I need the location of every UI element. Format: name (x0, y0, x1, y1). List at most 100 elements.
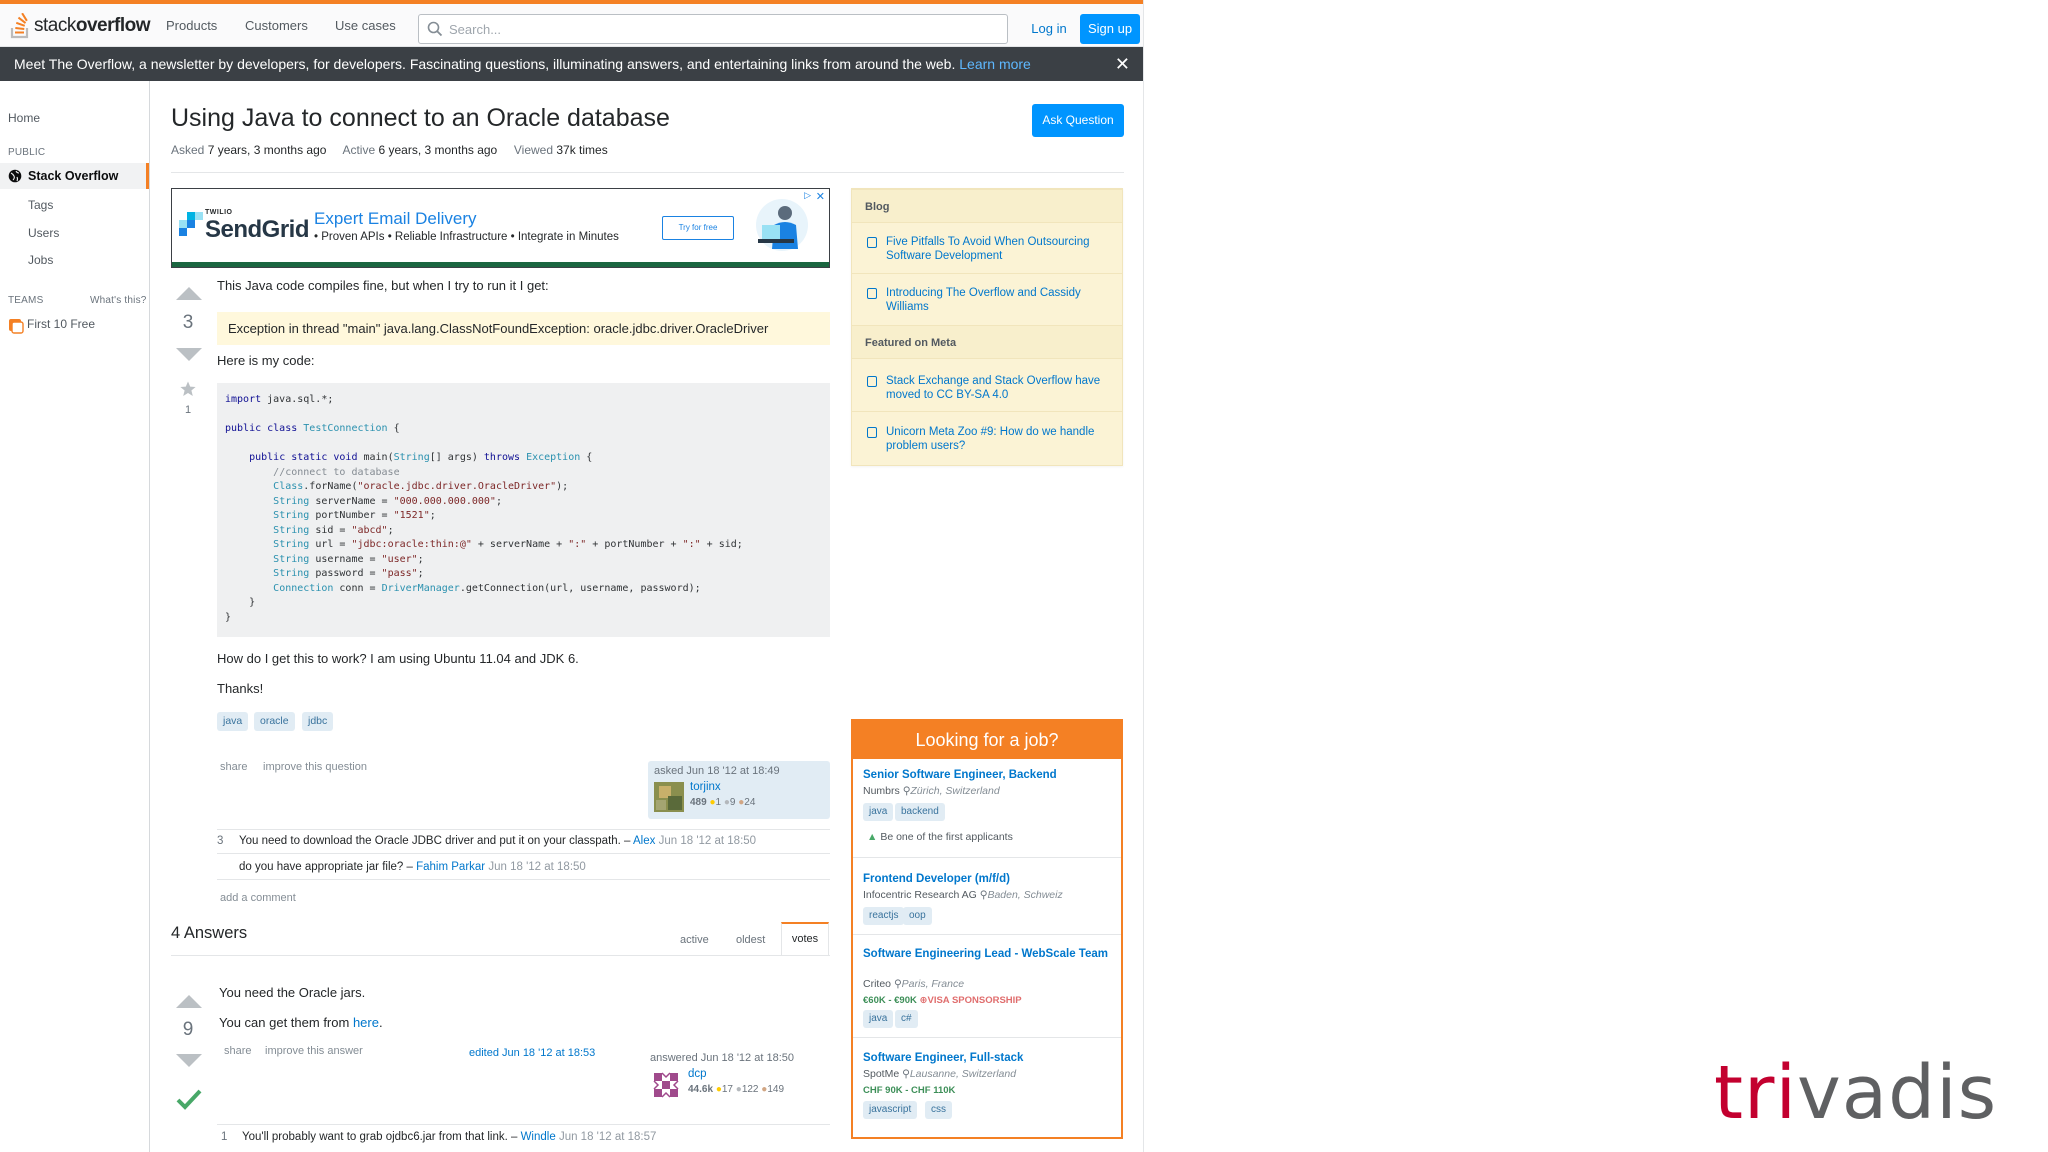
job-company: Infocentric Research AG ⚲Baden, Schweiz (863, 889, 1063, 901)
close-icon[interactable]: ✕ (816, 190, 825, 203)
job-tag[interactable]: java (863, 803, 894, 821)
search-input[interactable] (449, 19, 989, 39)
comment-user[interactable]: Windle (521, 1131, 556, 1143)
favorite-count: 1 (184, 404, 192, 416)
ask-question-button[interactable]: Ask Question (1032, 104, 1124, 137)
comment-user[interactable]: Alex (633, 835, 655, 847)
answer-line-2-suffix: . (378, 1015, 383, 1030)
stackoverflow-page: stackoverflow Products Customers Use cas… (0, 0, 1144, 1152)
close-icon[interactable]: ✕ (1115, 47, 1130, 81)
add-comment-link[interactable]: add a comment (220, 892, 296, 904)
job-tag[interactable]: oop (903, 907, 932, 925)
site-logo[interactable]: stackoverflow (10, 12, 150, 40)
comment-text: do you have appropriate jar file? – (239, 861, 413, 873)
sidebar-item-tags[interactable]: Tags (28, 198, 53, 212)
tab-sort-votes[interactable]: votes (781, 922, 829, 955)
job-title[interactable]: Software Engineer, Full-stack (863, 1051, 1113, 1065)
blog-widget: Blog Five Pitfalls To Avoid When Outsour… (851, 188, 1123, 466)
ad-choices-icon[interactable]: ▷ (804, 190, 811, 201)
asked-date: asked Jun 18 '12 at 18:49 (654, 765, 780, 777)
sidebar-item-stack-overflow[interactable]: Stack Overflow (0, 163, 149, 189)
code-content: import java.sql.*; public class TestConn… (225, 394, 743, 623)
asker-username[interactable]: torjinx (690, 781, 721, 793)
answerer-username[interactable]: dcp (688, 1068, 707, 1080)
tab-sort-oldest[interactable]: oldest (736, 934, 765, 946)
answer-here-link[interactable]: here (353, 1015, 379, 1030)
job-tag[interactable]: javascript (863, 1101, 918, 1119)
page-title[interactable]: Using Java to connect to an Oracle datab… (171, 104, 670, 133)
tag-java[interactable]: java (217, 712, 249, 731)
sendgrid-ad[interactable]: TWILIO SendGrid Expert Email Delivery • … (171, 188, 830, 268)
company-name: Infocentric Research AG (863, 889, 977, 901)
upvote-icon[interactable] (175, 993, 203, 1009)
comment-date: Jun 18 '12 at 18:57 (558, 1131, 657, 1143)
ad-try-button[interactable]: Try for free (662, 216, 734, 240)
job-location: Baden, Schweiz (987, 889, 1063, 901)
job-company: Numbrs ⚲Zürich, Switzerland (863, 785, 1000, 797)
code-intro: Here is my code: (217, 353, 315, 368)
salary-range: €60K - €90K (863, 995, 917, 1006)
meta-heading: Featured on Meta (852, 325, 1122, 359)
banner-learn-more-link[interactable]: Learn more (959, 56, 1031, 72)
nav-customers[interactable]: Customers (245, 18, 308, 33)
jobs-heading: Looking for a job? (853, 721, 1121, 759)
search-box[interactable] (418, 14, 1008, 44)
job-tag[interactable]: c# (895, 1010, 918, 1028)
sidebar-item-users[interactable]: Users (28, 226, 59, 240)
answers-count-title: 4 Answers (171, 924, 248, 942)
job-tag[interactable]: java (863, 1010, 894, 1028)
newsletter-banner: Meet The Overflow, a newsletter by devel… (0, 47, 1143, 81)
edited-link[interactable]: edited Jun 18 '12 at 18:53 (469, 1047, 595, 1059)
job-tag[interactable]: css (925, 1101, 952, 1119)
company-name: Numbrs (863, 785, 900, 797)
meta-item[interactable]: Unicorn Meta Zoo #9: How do we handle pr… (886, 425, 1114, 453)
star-icon[interactable] (180, 381, 196, 397)
avatar[interactable] (650, 1069, 682, 1101)
comment-score: 1 (221, 1131, 228, 1143)
ad-bottom-bar (172, 262, 829, 267)
whats-this-link[interactable]: What's this? (90, 295, 147, 306)
comment-user[interactable]: Fahim Parkar (416, 861, 485, 873)
blog-item[interactable]: Introducing The Overflow and Cassidy Wil… (886, 286, 1114, 314)
share-question-link[interactable]: share (220, 761, 248, 773)
comment-text: You need to download the Oracle JDBC dri… (239, 835, 631, 847)
divider (852, 411, 1122, 412)
comment-text: You'll probably want to grab ojdbc6.jar … (242, 1131, 518, 1143)
sidebar-item-first-free[interactable]: First 10 Free (27, 317, 95, 331)
improve-answer-link[interactable]: improve this answer (265, 1045, 363, 1057)
active-value[interactable]: 6 years, 3 months ago (378, 143, 497, 157)
improve-question-link[interactable]: improve this question (263, 761, 367, 773)
meta-item[interactable]: Stack Exchange and Stack Overflow have m… (886, 374, 1114, 402)
ad-headline: Expert Email Delivery (314, 209, 477, 228)
tag-jdbc[interactable]: jdbc (302, 712, 334, 731)
blog-post-icon (867, 237, 877, 248)
job-tag[interactable]: backend (895, 803, 945, 821)
avatar[interactable] (654, 782, 684, 812)
job-title[interactable]: Software Engineering Lead - WebScale Tea… (863, 947, 1113, 961)
asked-label: Asked (171, 143, 205, 157)
reputation-score: 489 (690, 797, 707, 808)
comment-date: Jun 18 '12 at 18:50 (488, 861, 586, 873)
sidebar-item-jobs[interactable]: Jobs (28, 253, 53, 267)
answer-vote-count: 9 (182, 1019, 194, 1040)
sidebar-item-home[interactable]: Home (8, 111, 40, 125)
downvote-icon[interactable] (175, 1053, 203, 1069)
upvote-icon[interactable] (175, 285, 203, 301)
job-title[interactable]: Senior Software Engineer, Backend (863, 768, 1113, 782)
blog-item[interactable]: Five Pitfalls To Avoid When Outsourcing … (886, 235, 1114, 263)
signup-button[interactable]: Sign up (1080, 14, 1140, 44)
nav-products[interactable]: Products (166, 18, 217, 33)
search-icon (427, 21, 443, 37)
share-answer-link[interactable]: share (224, 1045, 252, 1057)
ad-brand-top: TWILIO (205, 209, 233, 216)
job-title[interactable]: Frontend Developer (m/f/d) (863, 872, 1113, 886)
login-button[interactable]: Log in (1024, 14, 1074, 44)
logo-suffix: overflow (75, 15, 151, 36)
job-tag[interactable]: reactjs (863, 907, 905, 925)
top-bar: stackoverflow Products Customers Use cas… (0, 0, 1143, 47)
nav-use-cases[interactable]: Use cases (335, 18, 396, 33)
location-pin-icon: ⚲ (902, 1068, 910, 1080)
downvote-icon[interactable] (175, 347, 203, 363)
tab-sort-active[interactable]: active (680, 934, 709, 946)
tag-oracle[interactable]: oracle (254, 712, 295, 731)
